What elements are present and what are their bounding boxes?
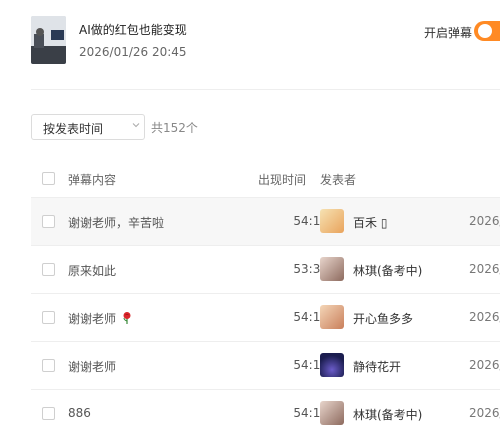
live-thumbnail[interactable] (31, 16, 66, 64)
sender-name: 开心鱼多多 (353, 312, 414, 326)
danmu-content: 谢谢老师，辛苦啦 (68, 216, 165, 230)
danmu-content: 原来如此 (68, 264, 117, 278)
post-date: 2026/ (469, 310, 500, 324)
avatar (320, 401, 344, 425)
avatar (320, 353, 344, 377)
table-row[interactable]: 谢谢老师 54:19 静待花开 2026/ (31, 341, 500, 389)
row-checkbox[interactable] (42, 263, 55, 276)
sender-name: 百禾 ▯ (353, 216, 388, 230)
danmu-content: 谢谢老师 (68, 360, 117, 374)
sort-select-value: 按发表时间 (43, 122, 104, 136)
live-header: AI做的红包也能变现 2026/01/26 20:45 开启弹幕 (31, 16, 500, 66)
danmu-content: 886 (68, 406, 91, 420)
table-row[interactable]: 谢谢老师 54:14 开心鱼多多 2026/ (31, 293, 500, 341)
post-date: 2026/ (469, 262, 500, 276)
row-checkbox[interactable] (42, 407, 55, 420)
table-header: 弹幕内容 出现时间 发表者 (31, 155, 500, 201)
column-header-content: 弹幕内容 (68, 173, 117, 187)
rose-icon (123, 312, 131, 324)
sort-select[interactable]: 按发表时间 (31, 114, 145, 140)
avatar (320, 257, 344, 281)
danmu-content: 谢谢老师 (68, 310, 134, 327)
column-header-sender: 发表者 (320, 173, 357, 187)
live-datetime: 2026/01/26 20:45 (79, 45, 187, 59)
row-checkbox[interactable] (42, 311, 55, 324)
post-date: 2026/ (469, 406, 500, 420)
table-row[interactable]: 886 54:15 林琪(备考中) 2026/ (31, 389, 500, 429)
avatar (320, 209, 344, 233)
sender-name: 静待花开 (353, 360, 402, 374)
filter-row: 按发表时间 共152个 (31, 114, 331, 140)
select-all-checkbox[interactable] (42, 172, 55, 185)
danmu-toggle-label: 开启弹幕 (424, 26, 473, 40)
avatar (320, 305, 344, 329)
column-header-time: 出现时间 (258, 173, 307, 187)
chevron-down-icon (132, 123, 140, 128)
table-row[interactable]: 谢谢老师，辛苦啦 54:13 百禾 ▯ 2026/ (31, 197, 500, 245)
post-date: 2026/ (469, 358, 500, 372)
total-count: 共152个 (151, 121, 198, 135)
row-checkbox[interactable] (42, 359, 55, 372)
danmu-toggle[interactable] (474, 21, 500, 41)
toggle-knob (478, 24, 492, 38)
header-divider (31, 89, 500, 90)
danmu-text: 谢谢老师 (68, 312, 117, 326)
sender-name: 林琪(备考中) (353, 264, 423, 278)
row-checkbox[interactable] (42, 215, 55, 228)
post-date: 2026/ (469, 214, 500, 228)
sender-name: 林琪(备考中) (353, 408, 423, 422)
table-row[interactable]: 原来如此 53:33 林琪(备考中) 2026/ (31, 245, 500, 293)
live-title: AI做的红包也能变现 (79, 23, 187, 37)
